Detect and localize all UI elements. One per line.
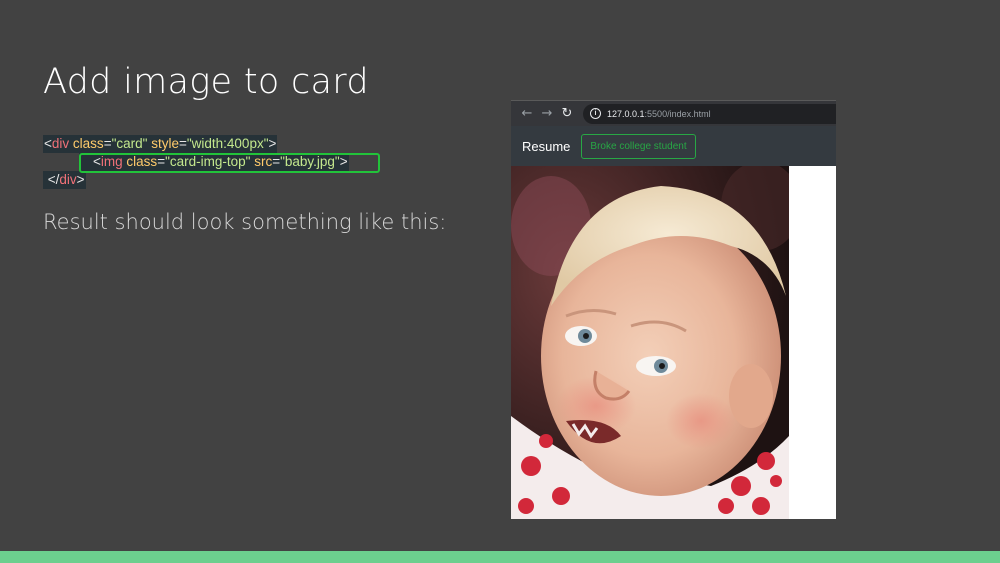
code-token: = (157, 154, 166, 169)
slide-title: Add image to card (43, 62, 369, 102)
code-token: > (339, 154, 348, 169)
arrow-right-icon[interactable]: → (537, 104, 557, 124)
code-token: < (93, 154, 101, 169)
code-token: class (126, 154, 158, 169)
code-token: "card" (111, 136, 148, 151)
browser-screenshot: ← → ↻ i 127.0.0.1:5500/index.html Resume… (511, 100, 836, 519)
code-token: style (151, 136, 179, 151)
code-line-1: <div class="card" style="width:400px"> (43, 135, 349, 153)
slide-subtitle: Result should look something like this: (43, 210, 447, 234)
accent-bar (0, 551, 1000, 563)
code-token: src (254, 154, 273, 169)
code-line-3: </div> (43, 171, 349, 189)
broke-college-student-button[interactable]: Broke college student (581, 133, 696, 159)
code-token: "baby.jpg" (280, 154, 340, 169)
navbar-brand[interactable]: Resume (522, 139, 570, 154)
code-token: > (76, 172, 85, 187)
baby-photo (511, 166, 789, 519)
code-token: div (51, 136, 70, 151)
code-token: </ (47, 172, 60, 187)
code-token: > (268, 136, 277, 151)
info-icon[interactable]: i (590, 108, 601, 119)
code-token: = (272, 154, 281, 169)
code-token: "card-img-top" (165, 154, 251, 169)
code-token: < (44, 136, 52, 151)
code-token: = (178, 136, 187, 151)
code-line-2: <img class="card-img-top" src="baby.jpg"… (43, 153, 349, 171)
arrow-left-icon[interactable]: ← (517, 104, 537, 124)
url-path: :5500/index.html (644, 108, 711, 119)
code-token: = (103, 136, 112, 151)
site-navbar: Resume Broke college student (511, 126, 836, 166)
code-token: class (72, 136, 104, 151)
browser-toolbar: ← → ↻ i 127.0.0.1:5500/index.html (511, 100, 836, 126)
code-token: img (100, 154, 123, 169)
reload-icon[interactable]: ↻ (557, 104, 577, 124)
slide: Add image to card <div class="card" styl… (0, 0, 1000, 563)
card-image (511, 166, 789, 519)
address-bar[interactable]: i 127.0.0.1:5500/index.html (583, 103, 836, 124)
code-token: div (59, 172, 77, 187)
code-token: "width:400px" (186, 136, 269, 151)
url-host: 127.0.0.1 (607, 108, 645, 119)
code-snippet: <div class="card" style="width:400px"> <… (43, 135, 380, 189)
